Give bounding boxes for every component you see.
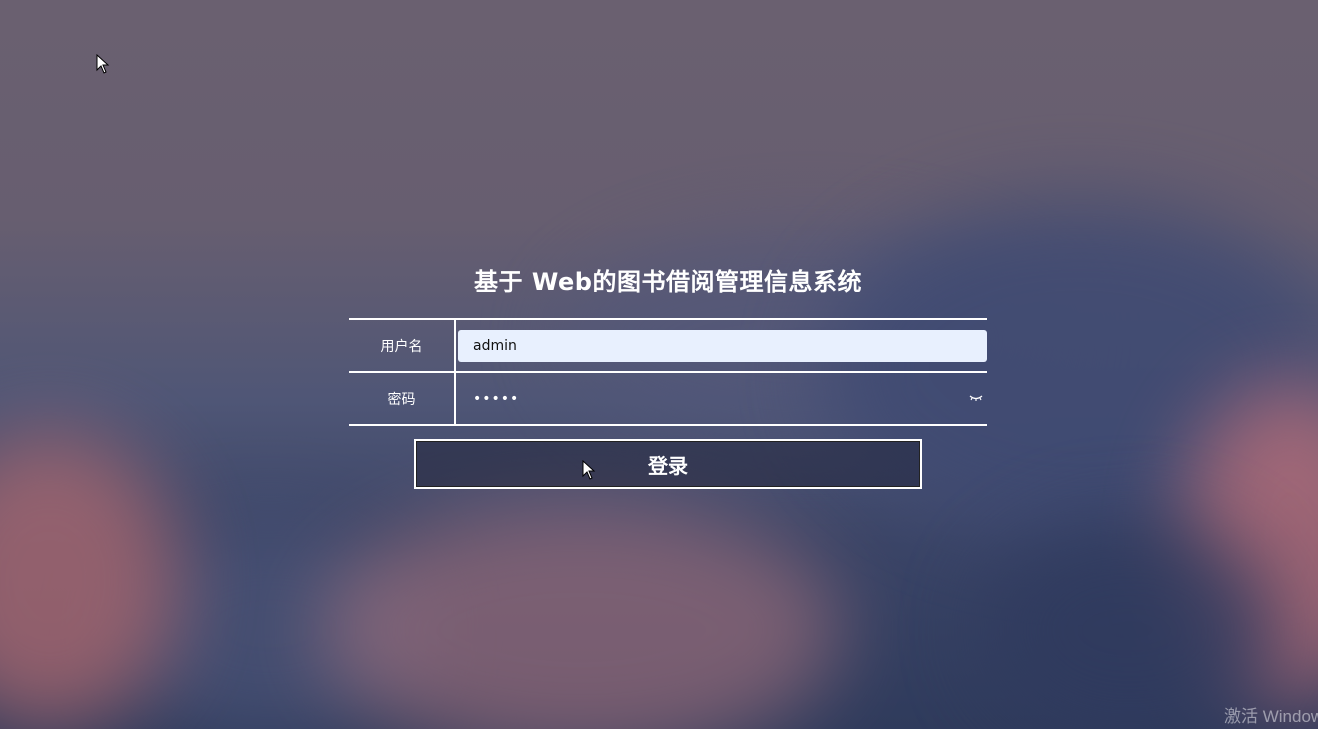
page-title: 基于 Web的图书借阅管理信息系统 xyxy=(474,268,862,296)
login-button[interactable]: 登录 xyxy=(414,439,922,489)
username-label: 用户名 xyxy=(349,320,456,371)
password-input[interactable] xyxy=(458,382,987,415)
username-row: 用户名 xyxy=(349,320,987,373)
mouse-cursor-icon xyxy=(582,460,596,480)
login-form: 用户名 密码 xyxy=(349,318,987,426)
eye-closed-icon[interactable] xyxy=(969,390,983,404)
password-row: 密码 xyxy=(349,373,987,426)
password-field-cell xyxy=(456,373,987,424)
username-input[interactable] xyxy=(458,329,987,362)
mouse-cursor-icon xyxy=(96,54,110,74)
password-label: 密码 xyxy=(349,373,456,424)
username-field-cell xyxy=(456,320,987,371)
windows-activation-watermark: 激活 Windows xyxy=(1224,707,1318,726)
